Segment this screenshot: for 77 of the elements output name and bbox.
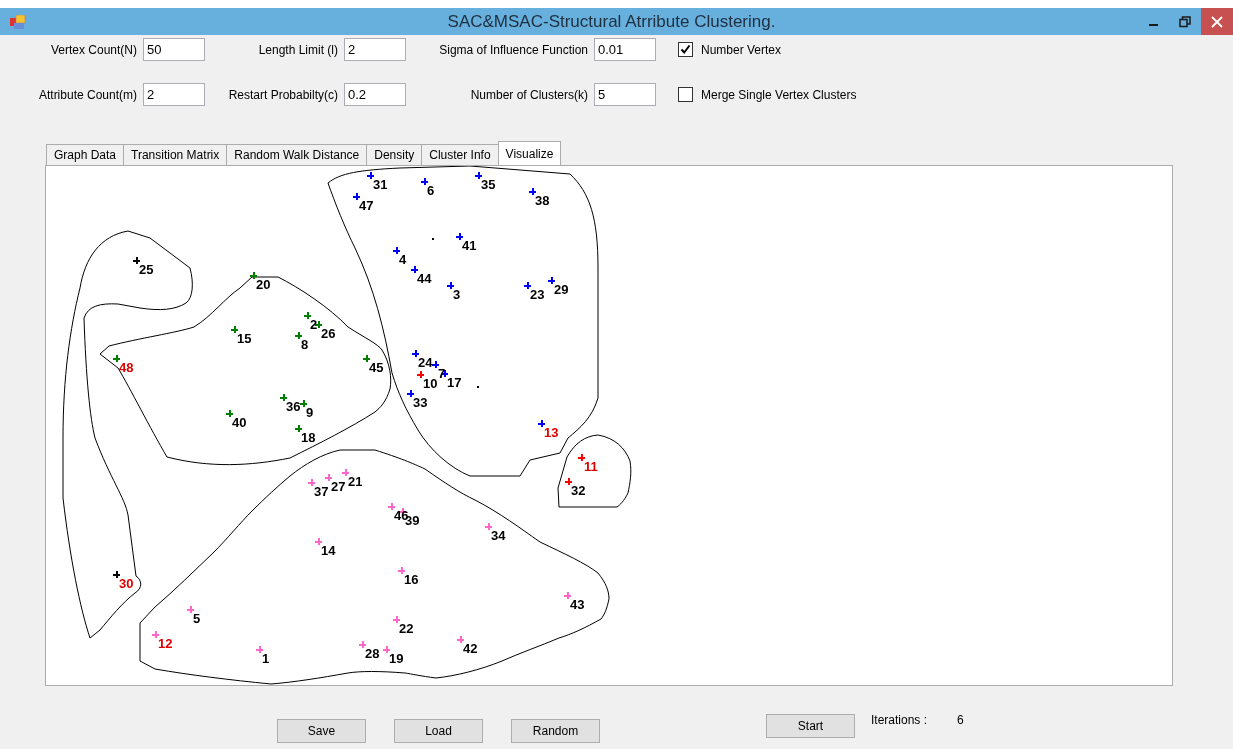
vertex-label: 9	[306, 405, 314, 420]
vertex-label: 8	[301, 337, 309, 352]
vertex-label: 43	[570, 597, 585, 612]
vertex-label: 17	[447, 375, 462, 390]
tab[interactable]: Visualize	[497, 141, 562, 165]
vertex-label: 29	[554, 282, 569, 297]
vertex-label: 34	[491, 528, 506, 543]
vertex-label: 35	[481, 177, 496, 192]
vertex-label: 47	[359, 198, 374, 213]
vertex-label: 6	[427, 183, 435, 198]
field-label: Restart Probabilty(c)	[227, 87, 338, 102]
input-field[interactable]: 2	[344, 38, 406, 61]
input-field[interactable]: 50	[143, 38, 205, 61]
vertex-label: 44	[417, 271, 432, 286]
close-button[interactable]	[1201, 8, 1233, 35]
vertex-label: 10	[423, 376, 438, 391]
vertex-label: 11	[584, 459, 598, 474]
vertex-label: 41	[462, 238, 477, 253]
field-label: Vertex Count(N)	[49, 42, 137, 57]
vertex-label: 31	[373, 177, 388, 192]
iterations-value: 6	[957, 713, 964, 727]
vertex-label: 21	[348, 474, 363, 489]
checkbox-label: Number Vertex	[701, 42, 782, 57]
vertex-label: 38	[535, 193, 550, 208]
input-field[interactable]: 0.2	[344, 83, 406, 106]
vertex-label: 37	[314, 484, 329, 499]
vertex-label: 48	[119, 360, 134, 375]
vertex-label: 5	[193, 611, 201, 626]
vertex-label: 26	[321, 326, 336, 341]
field-label: Attribute Count(m)	[37, 87, 137, 102]
window-title: SAC&MSAC-Structural Atrribute Clustering.	[446, 11, 777, 32]
action-button[interactable]: Load	[394, 719, 483, 743]
field-label: Sigma of Influence Function	[438, 42, 588, 57]
vertex-label: 16	[404, 572, 419, 587]
minimize-icon	[1148, 24, 1158, 26]
vertex-label: 28	[365, 646, 380, 661]
vertex-label: 1	[262, 651, 270, 666]
vertex-label: 25	[139, 262, 154, 277]
restore-icon	[1179, 15, 1191, 28]
vertex-label: 3	[453, 287, 461, 302]
vertex-label: 33	[413, 395, 428, 410]
iterations-label: Iterations :	[871, 713, 928, 727]
vertex-label: 15	[237, 331, 252, 346]
vertex-label: 18	[301, 430, 316, 445]
vertex-label: 24	[418, 355, 433, 370]
tab[interactable]: Density	[366, 144, 423, 165]
vertex-label: 36	[286, 399, 301, 414]
vertex-label: 40	[232, 415, 247, 430]
vertex-label: 20	[256, 277, 271, 292]
vertex-label: 30	[119, 576, 134, 591]
input-field[interactable]: 0.01	[594, 38, 656, 61]
close-icon	[1211, 15, 1223, 28]
vertex-label: 27	[331, 479, 346, 494]
action-button[interactable]: Save	[277, 719, 366, 743]
vertex-label: 12	[158, 636, 173, 651]
vertex-label: 42	[463, 641, 478, 656]
vertex-label: 32	[571, 483, 586, 498]
tab[interactable]: Graph Data	[46, 144, 125, 165]
start-button[interactable]: Start	[766, 714, 855, 738]
app-icon	[10, 14, 26, 29]
input-field[interactable]: 5	[594, 83, 656, 106]
checkbox[interactable]	[678, 87, 693, 102]
field-label: Length Limit (l)	[257, 42, 338, 57]
action-button[interactable]: Random	[511, 719, 600, 743]
vertex-label: 22	[399, 621, 414, 636]
input-field[interactable]: 2	[143, 83, 205, 106]
checkbox-label: Merge Single Vertex Clusters	[701, 87, 857, 102]
vertex-label: 19	[389, 651, 404, 666]
vertex-label: 2	[310, 317, 318, 332]
vertex-label: 45	[369, 360, 384, 375]
vertex-label: 23	[530, 287, 545, 302]
vertex-label: 13	[544, 425, 559, 440]
field-label: Number of Clusters(k)	[469, 87, 588, 102]
vertex-label: 14	[321, 543, 336, 558]
vertex-label: 4	[399, 252, 407, 267]
checkbox[interactable]	[678, 42, 693, 57]
vertex-label: 7	[438, 366, 446, 381]
